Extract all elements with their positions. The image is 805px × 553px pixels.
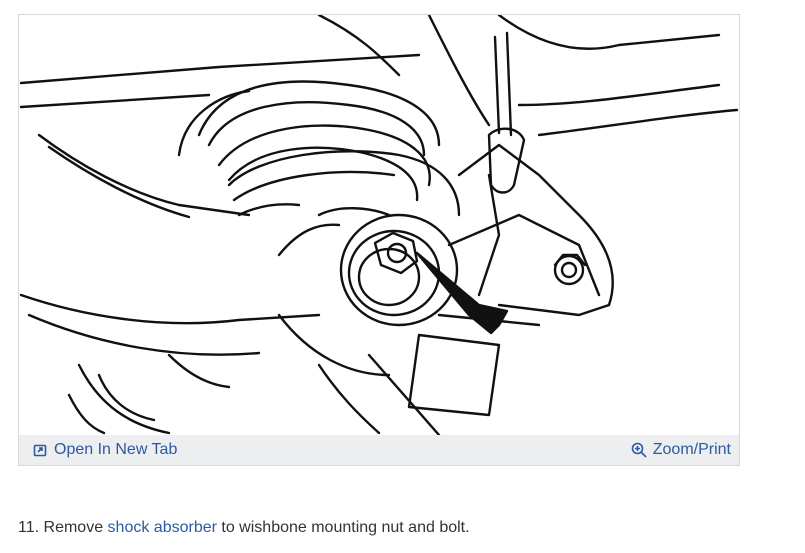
zoom-magnifier-icon — [631, 442, 647, 458]
open-in-new-tab-label: Open In New Tab — [54, 441, 178, 458]
step-number: 11. — [18, 519, 40, 536]
instruction-step: 11. Remove shock absorber to wishbone mo… — [18, 519, 470, 537]
figure-toolbar: Open In New Tab Zoom/Print — [19, 435, 739, 465]
zoom-print-link[interactable]: Zoom/Print — [631, 441, 731, 459]
shock-absorber-link[interactable]: shock absorber — [108, 519, 217, 536]
open-new-tab-icon — [33, 444, 47, 456]
figure-card: Open In New Tab Zoom/Print — [18, 14, 740, 466]
step-text-after: to wishbone mounting nut and bolt. — [221, 519, 470, 536]
zoom-print-label: Zoom/Print — [652, 441, 731, 458]
step-text-before: Remove — [43, 519, 104, 536]
open-in-new-tab-link[interactable]: Open In New Tab — [33, 441, 177, 459]
suspension-line-drawing — [19, 15, 739, 435]
